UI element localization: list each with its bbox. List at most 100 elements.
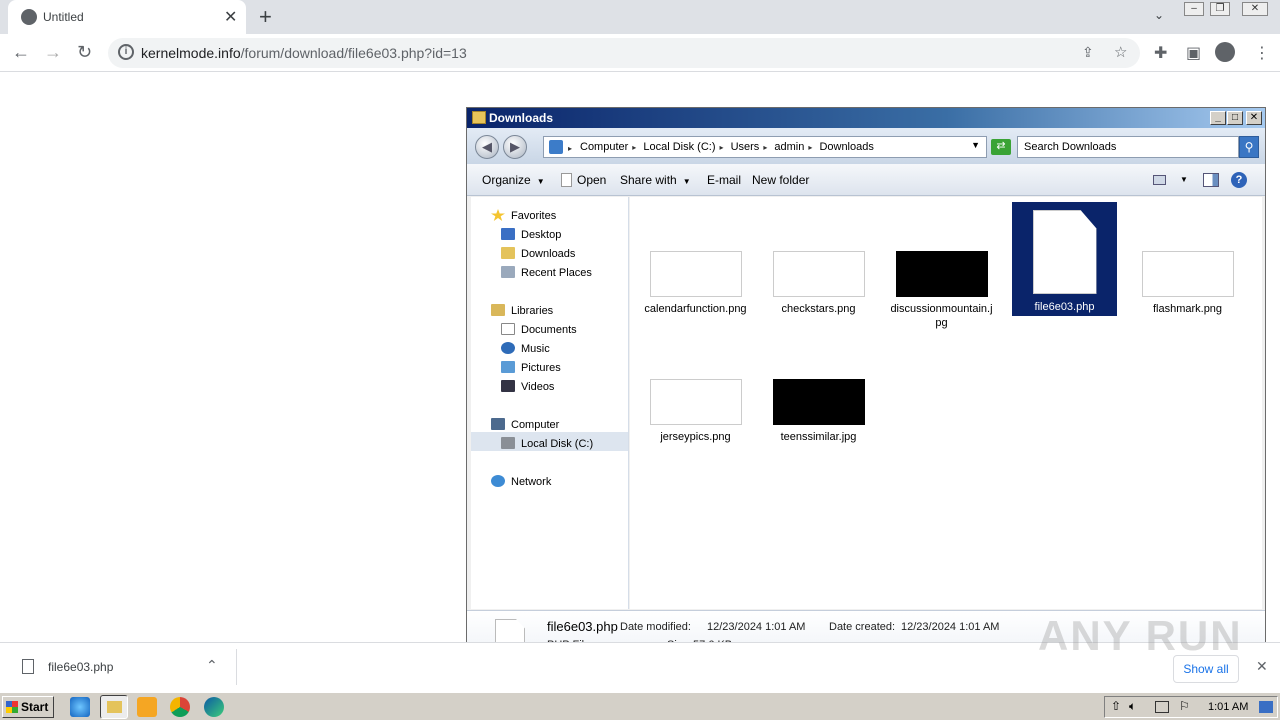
nav-libraries[interactable]: Libraries — [491, 304, 553, 317]
menu-kebab-icon[interactable]: ⋮ — [1254, 43, 1270, 63]
file-item[interactable]: checkstars.png — [766, 251, 871, 316]
open-button[interactable]: Open — [577, 173, 606, 187]
downloads-icon — [501, 247, 515, 259]
organize-button[interactable]: Organize ▼ — [482, 173, 545, 187]
file-name: jerseypics.png — [660, 431, 731, 443]
breadcrumb-users[interactable]: Users — [731, 141, 760, 153]
file-name: file6e03.php — [1034, 301, 1095, 313]
side-panel-icon[interactable]: ▣ — [1186, 43, 1201, 63]
explorer-close-button[interactable]: ✕ — [1246, 111, 1262, 125]
explorer-forward-button[interactable]: ▶ — [503, 135, 527, 159]
nav-videos[interactable]: Videos — [501, 380, 554, 393]
view-dropdown-icon[interactable]: ▼ — [1180, 175, 1188, 184]
breadcrumb-admin[interactable]: admin — [774, 141, 804, 153]
nav-downloads[interactable]: Downloads — [501, 247, 575, 260]
tray-expand-icon[interactable]: ⇧ — [1111, 699, 1121, 713]
address-dropdown-icon[interactable]: ▼ — [971, 140, 980, 150]
tab-title: Untitled — [43, 10, 84, 24]
breadcrumb-local-disk[interactable]: Local Disk (C:) — [643, 141, 715, 153]
address-bar[interactable]: i kernelmode.info/forum/download/file6e0… — [108, 38, 1140, 68]
nav-network[interactable]: Network — [491, 475, 551, 488]
music-icon — [501, 342, 515, 354]
new-tab-button[interactable]: + — [259, 4, 272, 30]
restore-window-button[interactable]: ❐ — [1210, 2, 1230, 16]
file-name: teenssimilar.jpg — [780, 431, 857, 443]
open-file-icon — [561, 173, 572, 187]
folder-icon — [107, 701, 122, 713]
tab-search-chevron-icon[interactable]: ⌄ — [1154, 8, 1164, 22]
explorer-address-row: ◀ ▶ ▸ Computer ▸ Local Disk (C:) ▸ Users ▸ … — [467, 128, 1265, 164]
file-item[interactable]: teenssimilar.jpg — [766, 379, 871, 444]
bookmark-star-icon[interactable]: ☆ — [1114, 43, 1127, 61]
refresh-icon[interactable]: ⇄ — [991, 139, 1011, 155]
browser-tab[interactable]: Untitled ✕ — [8, 0, 246, 34]
email-button[interactable]: E-mail — [707, 173, 741, 187]
nav-recent-places[interactable]: Recent Places — [501, 266, 592, 279]
search-icon[interactable]: ⚲ — [1239, 136, 1259, 158]
file-item[interactable]: jerseypics.png — [643, 379, 748, 444]
download-file-name[interactable]: file6e03.php — [48, 660, 113, 674]
file-item[interactable]: flashmark.png — [1135, 251, 1240, 316]
network-icon — [491, 475, 505, 487]
volume-icon[interactable]: 🔈︎ — [1129, 699, 1136, 714]
explorer-minimize-button[interactable]: _ — [1210, 111, 1226, 125]
disk-icon — [501, 437, 515, 449]
libraries-icon — [491, 304, 505, 316]
edge-icon[interactable] — [204, 697, 224, 717]
nav-favorites[interactable]: Favorites — [491, 209, 556, 222]
explorer-taskbar-button[interactable] — [100, 695, 128, 719]
start-button[interactable]: Start — [2, 696, 54, 718]
close-window-button[interactable]: ✕ — [1242, 2, 1268, 16]
system-tray: ⇧ 🔈︎ ⚐ — [1104, 696, 1278, 718]
breadcrumb-downloads[interactable]: Downloads — [819, 141, 873, 153]
close-tab-icon[interactable]: ✕ — [224, 7, 237, 27]
view-options-icon[interactable] — [1153, 175, 1166, 185]
file-item-selected[interactable]: file6e03.php — [1012, 202, 1117, 316]
media-player-icon[interactable] — [137, 697, 157, 717]
windows-flag-icon — [6, 701, 18, 713]
file-item[interactable]: calendarfunction.png — [643, 251, 748, 316]
file-thumbnail — [649, 379, 742, 425]
reload-icon[interactable]: ↻ — [77, 42, 92, 63]
explorer-title-bar[interactable]: Downloads _ □ ✕ — [467, 108, 1265, 128]
action-center-flag-icon[interactable]: ⚐ — [1179, 699, 1190, 713]
site-info-icon[interactable]: i — [118, 44, 134, 60]
explorer-address-bar[interactable]: ▸ Computer ▸ Local Disk (C:) ▸ Users ▸ admi… — [543, 136, 987, 158]
php-file-icon — [1032, 210, 1097, 294]
internet-explorer-icon[interactable] — [70, 697, 90, 717]
preview-pane-icon[interactable] — [1203, 173, 1219, 187]
back-icon[interactable]: ← — [12, 42, 30, 63]
share-with-button[interactable]: Share with ▼ — [620, 173, 691, 187]
file-item[interactable]: discussionmountain.jpg — [889, 251, 994, 330]
extensions-icon[interactable]: ✚ — [1154, 43, 1167, 63]
nav-music[interactable]: Music — [501, 342, 550, 355]
nav-pictures[interactable]: Pictures — [501, 361, 561, 374]
minimize-window-button[interactable]: – — [1184, 2, 1204, 16]
nav-local-disk[interactable]: Local Disk (C:) — [501, 437, 593, 450]
share-icon[interactable]: ⇪ — [1082, 44, 1094, 61]
download-chevron-up-icon[interactable]: ⌃ — [206, 657, 218, 674]
watermark: ANY RUN — [1038, 612, 1243, 659]
show-desktop-icon[interactable] — [1259, 701, 1273, 713]
forward-icon[interactable]: → — [44, 42, 62, 63]
globe-icon — [21, 9, 37, 25]
new-folder-button[interactable]: New folder — [752, 173, 809, 187]
close-download-bar-icon[interactable]: ✕ — [1256, 658, 1268, 675]
tab-strip: Untitled ✕ + ⌄ – ❐ ✕ — [0, 0, 1280, 34]
explorer-maximize-button[interactable]: □ — [1227, 111, 1243, 125]
documents-icon — [501, 323, 515, 335]
navigation-pane: Favorites Desktop Downloads Recent Place… — [471, 197, 629, 609]
clock: 1:01 AM — [1208, 701, 1249, 713]
network-tray-icon[interactable] — [1155, 701, 1169, 713]
profile-avatar-icon[interactable] — [1215, 42, 1235, 62]
chrome-icon[interactable] — [170, 697, 190, 717]
nav-documents[interactable]: Documents — [501, 323, 577, 336]
downloads-folder-icon — [549, 140, 563, 154]
nav-computer[interactable]: Computer — [491, 418, 559, 431]
help-icon[interactable]: ? — [1231, 172, 1247, 188]
breadcrumb-computer[interactable]: Computer — [580, 141, 628, 153]
explorer-search-input[interactable]: Search Downloads — [1017, 136, 1239, 158]
nav-desktop[interactable]: Desktop — [501, 228, 561, 241]
explorer-back-button[interactable]: ◀ — [475, 135, 499, 159]
file-thumbnail — [772, 379, 865, 425]
